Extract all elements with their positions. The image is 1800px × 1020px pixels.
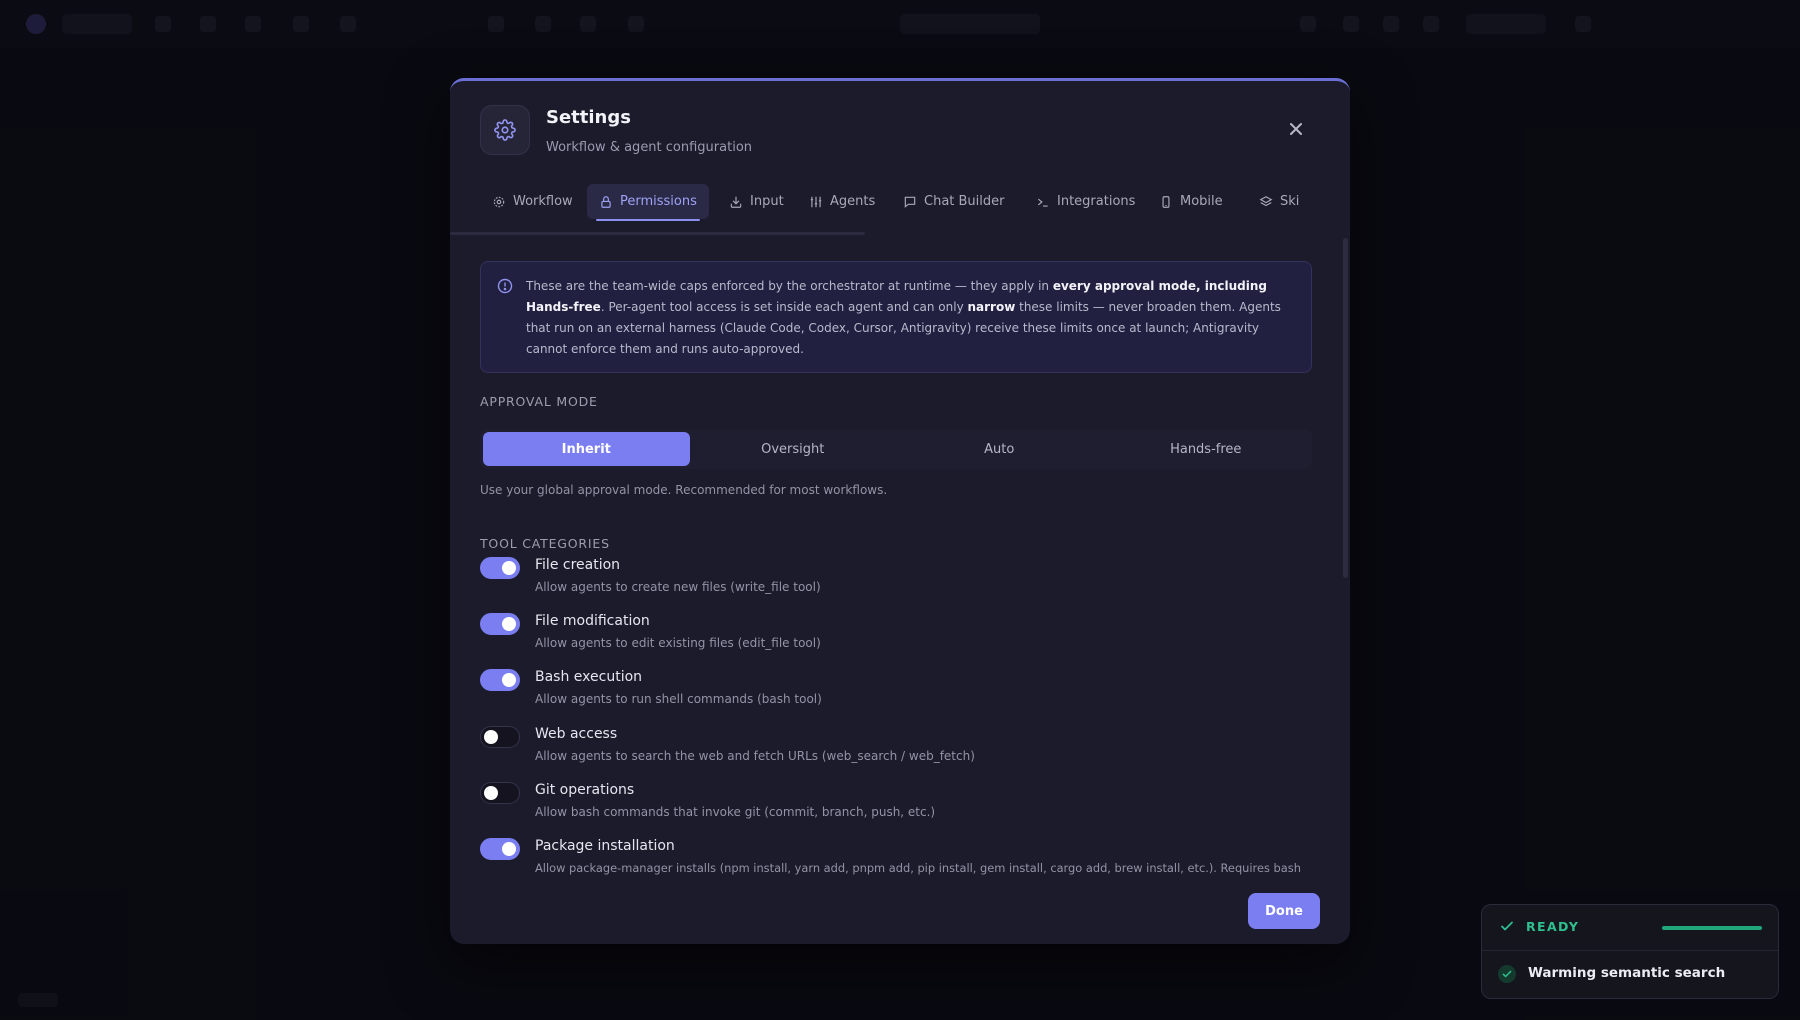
lock-icon — [601, 195, 611, 208]
layers-icon — [1259, 195, 1273, 206]
tool-name: File modification — [535, 613, 650, 629]
dialog-title: Settings — [546, 107, 631, 128]
toggle-knob — [502, 842, 516, 856]
approval-option-oversight[interactable]: Oversight — [690, 432, 897, 466]
gear-icon — [480, 105, 530, 155]
permissions-panel: These are the team-wide caps enforced by… — [480, 261, 1312, 875]
git-operations-toggle[interactable] — [480, 782, 520, 804]
tab-label: Agents — [830, 194, 876, 209]
dialog-subtitle: Workflow & agent configuration — [546, 140, 753, 155]
check-icon — [1501, 921, 1513, 931]
approval-mode-selector: Inherit Oversight Auto Hands-free — [480, 429, 1312, 469]
status-toast: READY Warming semantic search — [1481, 904, 1779, 999]
content-scrollbar[interactable] — [1343, 238, 1348, 578]
toast-header: READY — [1482, 905, 1778, 951]
tool-name: Git operations — [535, 782, 635, 798]
info-text: These are the team-wide caps enforced by… — [526, 279, 1053, 293]
tool-name: Web access — [535, 726, 618, 742]
close-button[interactable] — [1284, 117, 1308, 141]
tool-row-bash-execution: Bash execution Allow agents to run shell… — [480, 667, 1312, 717]
tab-integrations[interactable]: Integrations — [1024, 184, 1147, 219]
settings-dialog: Settings Workflow & agent configuration … — [450, 78, 1350, 944]
approval-option-hands-free[interactable]: Hands-free — [1103, 432, 1310, 466]
tool-row-git-operations: Git operations Allow bash commands that … — [480, 780, 1312, 830]
tab-input[interactable]: Input — [717, 184, 796, 219]
toast-message: Warming semantic search — [1528, 965, 1726, 981]
tab-label: Chat Builder — [924, 194, 1005, 209]
tab-mobile[interactable]: Mobile — [1147, 184, 1235, 219]
tab-label: Permissions — [620, 194, 697, 209]
tool-description: Allow bash commands that invoke git (com… — [535, 805, 936, 819]
check-icon — [1498, 965, 1516, 983]
info-text-strong: narrow — [967, 300, 1016, 314]
web-access-toggle[interactable] — [480, 726, 520, 748]
permissions-info-box: These are the team-wide caps enforced by… — [480, 261, 1312, 373]
bash-execution-toggle[interactable] — [480, 669, 520, 691]
package-installation-toggle[interactable] — [480, 838, 520, 860]
toggle-knob — [502, 617, 516, 631]
ready-progress-bar — [1662, 926, 1762, 930]
tab-chat-builder[interactable]: Chat Builder — [891, 184, 1017, 219]
settings-tabs: Workflow Permissions Input Agents Chat B… — [480, 184, 1350, 224]
tool-name: Bash execution — [535, 669, 643, 685]
tab-workflow[interactable]: Workflow — [480, 184, 585, 219]
toggle-knob — [502, 673, 516, 687]
tool-description: Allow agents to run shell commands (bash… — [535, 692, 822, 706]
toggle-knob — [502, 561, 516, 575]
tool-name: File creation — [535, 557, 621, 573]
tab-label: Input — [750, 194, 784, 209]
tab-label: Workflow — [513, 194, 573, 209]
tool-categories-label: TOOL CATEGORIES — [480, 536, 610, 551]
tool-name: Package installation — [535, 838, 675, 854]
approval-mode-description: Use your global approval mode. Recommend… — [480, 483, 888, 497]
done-button[interactable]: Done — [1248, 893, 1320, 929]
info-icon — [497, 278, 513, 294]
tool-description: Allow package-manager installs (npm inst… — [535, 861, 1301, 875]
tool-row-package-installation: Package installation Allow package-manag… — [480, 836, 1312, 886]
close-icon — [1290, 123, 1302, 135]
file-creation-toggle[interactable] — [480, 557, 520, 579]
chat-icon — [904, 196, 916, 208]
download-icon — [730, 196, 742, 208]
terminal-icon — [1037, 198, 1048, 207]
tool-description: Allow agents to create new files (write_… — [535, 580, 821, 594]
toggle-knob — [484, 786, 498, 800]
tab-agents[interactable]: Agents — [797, 184, 887, 219]
approval-option-inherit[interactable]: Inherit — [483, 432, 690, 466]
tool-row-web-access: Web access Allow agents to search the we… — [480, 724, 1312, 774]
tab-label: Integrations — [1057, 194, 1136, 209]
tabs-scrollbar[interactable] — [450, 232, 865, 235]
tool-description: Allow agents to search the web and fetch… — [535, 749, 975, 763]
sliders-icon — [810, 196, 822, 207]
phone-icon — [1162, 195, 1170, 208]
tool-row-file-modification: File modification Allow agents to edit e… — [480, 611, 1312, 661]
tab-permissions[interactable]: Permissions — [587, 184, 709, 221]
approval-option-auto[interactable]: Auto — [896, 432, 1103, 466]
tab-label: Ski — [1280, 194, 1300, 209]
tool-row-file-creation: File creation Allow agents to create new… — [480, 555, 1312, 605]
info-text: . Per-agent tool access is set inside ea… — [600, 300, 968, 314]
tab-skills[interactable]: Ski — [1247, 184, 1311, 219]
gear-icon — [493, 196, 505, 207]
file-modification-toggle[interactable] — [480, 613, 520, 635]
approval-mode-label: APPROVAL MODE — [480, 394, 598, 409]
ready-status: READY — [1526, 919, 1580, 934]
toggle-knob — [484, 730, 498, 744]
tool-description: Allow agents to edit existing files (edi… — [535, 636, 821, 650]
dialog-header: Settings Workflow & agent configuration — [480, 105, 1320, 165]
tab-label: Mobile — [1180, 194, 1223, 209]
